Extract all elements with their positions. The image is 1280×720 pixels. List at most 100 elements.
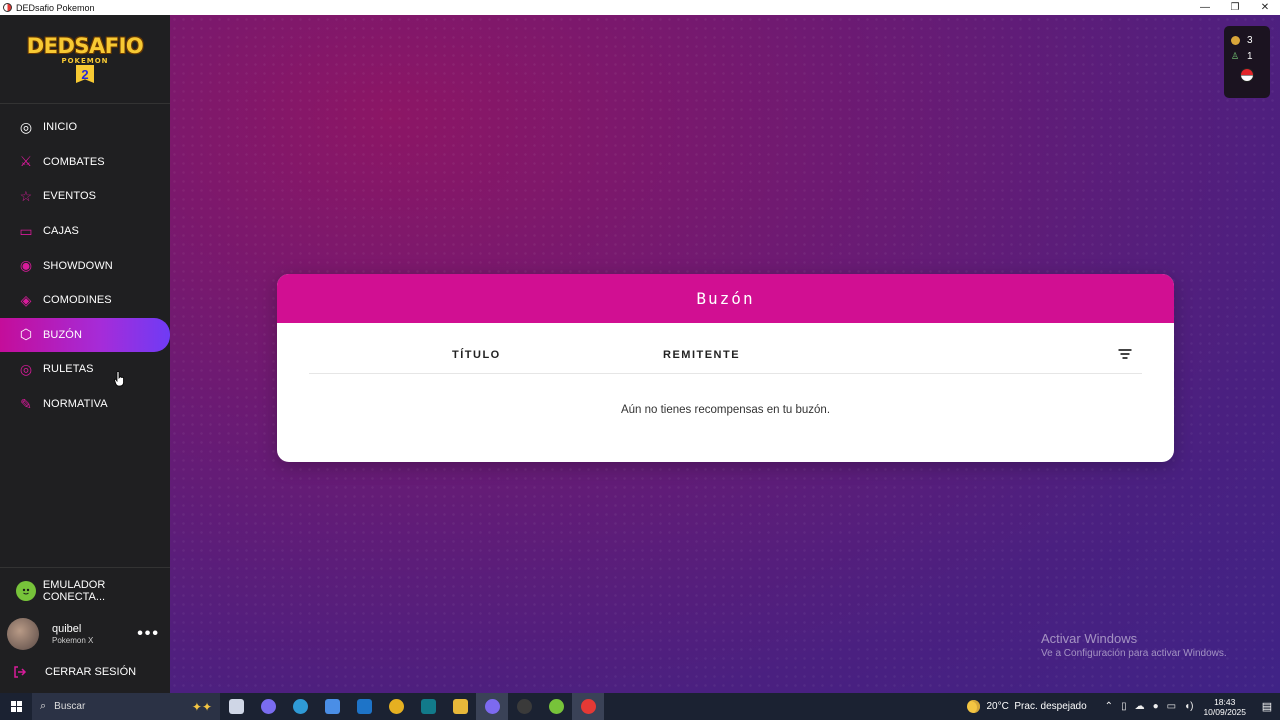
sidebar-item-label: SHOWDOWN [43, 259, 113, 272]
store-icon [324, 699, 340, 714]
sidebar: DEDSAFIO POKEMON 2 ◎ INICIO ⚔ COMBATES ☆ EVEN… [0, 15, 170, 693]
sidebar-item-label: RULETAS [43, 363, 94, 376]
sidebar-item-7[interactable]: ⬡ BUZÓN [0, 317, 170, 353]
logo-number: 2 [76, 65, 94, 83]
sidebar-item-label: COMBATES [43, 155, 105, 168]
taskbar-app-10[interactable] [508, 693, 540, 720]
taskbar-app-11[interactable] [540, 693, 572, 720]
microphone-icon[interactable]: ● [1153, 701, 1159, 712]
logout-button[interactable]: CERRAR SESIÓN [0, 654, 170, 690]
clock[interactable]: 18:43 10/09/2025 [1203, 697, 1246, 717]
windows-icon [10, 701, 22, 712]
sidebar-item-8[interactable]: ◎ RULETAS [0, 352, 170, 387]
window-controls: — ❐ ✕ [1190, 0, 1280, 15]
pokeball-icon[interactable] [1240, 68, 1254, 82]
network-icon[interactable]: ▭ [1167, 701, 1176, 712]
taskbar-search[interactable]: ⌕ Buscar ✦✦ [32, 693, 220, 720]
clock-time: 18:43 [1214, 696, 1236, 707]
outlook-icon [356, 699, 372, 714]
taskbar-app-3[interactable] [284, 693, 316, 720]
user-name: quibel [52, 622, 82, 635]
star-icon: ☆ [19, 187, 33, 204]
logo-title: DEDSAFIO [26, 34, 144, 58]
dedsafio-icon [580, 699, 596, 714]
weather-icon [967, 700, 981, 713]
sidebar-item-9[interactable]: ✎ NORMATIVA [0, 387, 170, 422]
taskbar-app-12[interactable] [572, 693, 604, 720]
sidebar-item-5[interactable]: ◉ SHOWDOWN [0, 248, 170, 283]
sidebar-item-6[interactable]: ◈ COMODINES [0, 283, 170, 318]
avatar[interactable] [7, 618, 39, 650]
sidebar-footer: EMULADOR CONECTA... quibel Pokemon X •••… [0, 567, 170, 690]
people-icon: ♙ [1231, 50, 1240, 61]
minimize-button[interactable]: — [1190, 0, 1220, 15]
taskbar-app-2[interactable] [252, 693, 284, 720]
sidebar-item-label: INICIO [43, 121, 78, 134]
start-button[interactable] [0, 693, 32, 720]
edit-icon: ✎ [20, 395, 32, 412]
column-title[interactable]: TÍTULO [452, 349, 501, 361]
stats-panel: 3 ♙ 1 [1224, 26, 1270, 98]
monitor-icon: ▭ [19, 222, 33, 239]
notifications-icon[interactable]: ▤ [1254, 700, 1280, 713]
emulator-status-icon [16, 581, 36, 601]
obs-icon [516, 699, 532, 714]
taskbar-app-4[interactable] [316, 693, 348, 720]
hand-cursor-icon [114, 371, 124, 387]
sidebar-item-2[interactable]: ⚔ COMBATES [0, 145, 170, 180]
device-icon[interactable]: ▯ [1121, 701, 1127, 712]
clock-date: 10/09/2025 [1203, 706, 1246, 717]
battle-icon: ⚔ [19, 153, 33, 170]
windows-activation-watermark: Activar Windows Ve a Configuración para … [1041, 631, 1227, 659]
restore-button[interactable]: ❐ [1220, 0, 1250, 15]
explorer-icon [452, 699, 468, 714]
user-game: Pokemon X [52, 635, 94, 645]
app-icon [3, 3, 12, 12]
logo[interactable]: DEDSAFIO POKEMON 2 [0, 15, 170, 104]
sidebar-item-1[interactable]: ◎ INICIO [0, 110, 170, 145]
sidebar-item-label: NORMATIVA [43, 398, 108, 411]
coins-counter: 3 [1224, 32, 1270, 48]
taskbar-app-1[interactable] [220, 693, 252, 720]
user-menu-button[interactable]: ••• [137, 625, 160, 643]
chevron-up-icon[interactable]: ⌃ [1105, 701, 1113, 712]
user-profile: quibel Pokemon X ••• [0, 614, 170, 654]
mailbox-title: Buzón [696, 289, 755, 308]
logout-icon [12, 664, 28, 680]
emulator-status[interactable]: EMULADOR CONECTA... [0, 568, 170, 614]
title-bar: DEDsafio Pokemon — ❐ ✕ [0, 0, 1280, 15]
taskbar-app-7[interactable] [412, 693, 444, 720]
taskbar-app-5[interactable] [348, 693, 380, 720]
cloud-icon[interactable]: ☁ [1135, 701, 1145, 712]
sidebar-item-3[interactable]: ☆ EVENTOS [0, 179, 170, 214]
system-tray: 20°C Prac. despejado ⌃ ▯ ☁ ● ▭ ◖) 18:43 … [967, 693, 1280, 720]
discord-icon [484, 699, 500, 714]
copilot-icon [260, 699, 276, 714]
taskbar-app-8[interactable] [444, 693, 476, 720]
sidebar-item-4[interactable]: ▭ CAJAS [0, 214, 170, 249]
logout-label: CERRAR SESIÓN [45, 666, 137, 678]
coin-icon [1231, 35, 1240, 45]
people-counter: ♙ 1 [1224, 48, 1270, 64]
watermark-title: Activar Windows [1041, 631, 1138, 646]
empty-message: Aún no tienes recompensas en tu buzón. [620, 404, 831, 416]
box-icon: ⬡ [19, 326, 33, 343]
showdown-icon: ◉ [19, 257, 33, 274]
logo-subtitle: POKEMON [61, 57, 109, 65]
taskbar-app-6[interactable] [380, 693, 412, 720]
weather-widget[interactable]: 20°C Prac. despejado [967, 700, 1087, 713]
roulette-icon: ◎ [19, 360, 33, 377]
search-placeholder: Buscar [54, 701, 86, 712]
weather-desc: Prac. despejado [1014, 701, 1087, 712]
close-button[interactable]: ✕ [1250, 0, 1280, 15]
filter-icon[interactable] [1118, 349, 1132, 359]
window-title: DEDsafio Pokemon [16, 2, 95, 13]
sparkle-icon: ✦✦ [191, 699, 212, 714]
column-sender[interactable]: REMITENTE [663, 349, 740, 361]
mailbox-card: Buzón TÍTULO REMITENTE Aún no tienes rec… [277, 274, 1174, 462]
taskbar-app-9[interactable] [476, 693, 508, 720]
chrome-icon [388, 699, 404, 714]
volume-icon[interactable]: ◖) [1184, 701, 1193, 712]
sidebar-item-label: CAJAS [43, 225, 79, 238]
wildcard-icon: ◈ [20, 291, 32, 308]
